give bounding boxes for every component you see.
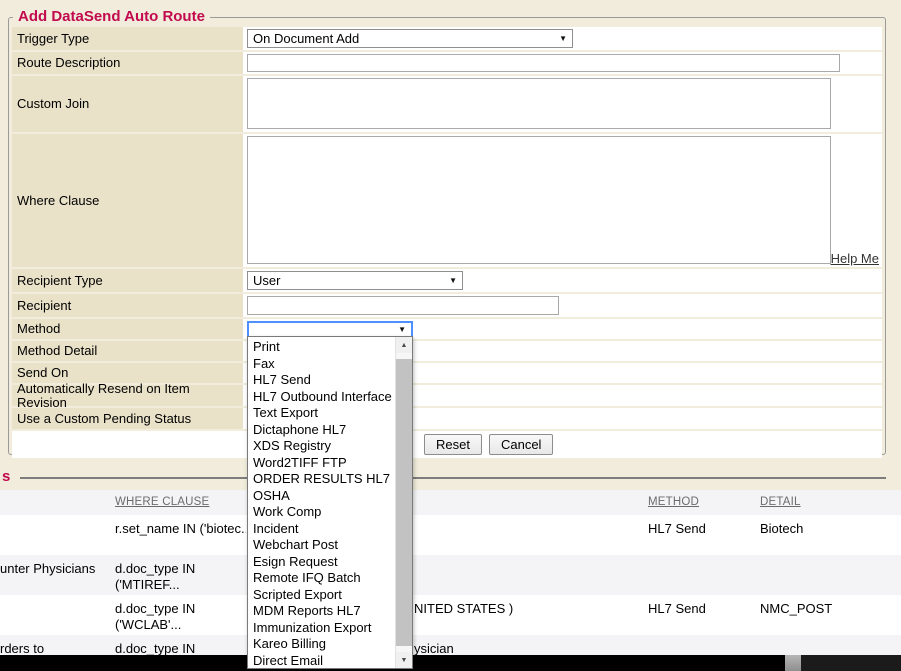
table-row: d.doc_type IN ('WCLAB'... NITED STATES )… <box>0 595 901 635</box>
scrollbar-thumb[interactable] <box>396 359 412 646</box>
dropdown-option[interactable]: Incident <box>248 521 395 538</box>
scroll-up-icon[interactable]: ▲ <box>396 337 412 353</box>
routes-table-header: WHERE CLAUSE METHOD DETAIL <box>0 490 901 515</box>
dropdown-option[interactable]: XDS Registry <box>248 438 395 455</box>
dropdown-option[interactable]: HL7 Outbound Interface <box>248 389 395 406</box>
route-description-label: Route Description <box>12 52 243 74</box>
dropdown-option[interactable]: Kareo Billing <box>248 636 395 653</box>
where-line: ('MTIREF... <box>115 577 246 593</box>
where-line: d.doc_type IN <box>115 601 246 617</box>
route-where-cell: r.set_name IN ('biotec.. <box>115 521 246 537</box>
trigger-type-selected-value: On Document Add <box>253 31 359 46</box>
trigger-type-label: Trigger Type <box>12 27 243 50</box>
dropdown-option[interactable]: OSHA <box>248 488 395 505</box>
dropdown-option[interactable]: Text Export <box>248 405 395 422</box>
row-route-description: Route Description <box>12 52 882 74</box>
status-bar-right-segment <box>801 655 901 671</box>
add-route-fieldset: Add DataSend Auto Route Trigger Type On … <box>8 17 886 455</box>
row-custom-pending: Use a Custom Pending Status <box>12 408 882 429</box>
dropdown-option[interactable]: Scripted Export <box>248 587 395 604</box>
route-detail-cell: Biotech <box>760 521 803 537</box>
route-description-input[interactable] <box>247 54 840 72</box>
dropdown-option[interactable]: HL7 Send <box>248 372 395 389</box>
row-send-on: Send On <box>12 363 882 383</box>
routes-fieldset-legend: s <box>2 468 10 485</box>
custom-join-textarea[interactable] <box>247 78 831 129</box>
scrollbar-handle[interactable] <box>785 655 801 671</box>
method-detail-label: Method Detail <box>12 341 243 361</box>
recipient-type-select[interactable]: User ▼ <box>247 271 463 290</box>
page: Add DataSend Auto Route Trigger Type On … <box>0 0 901 671</box>
routes-fieldset-border <box>20 477 886 479</box>
row-trigger-type: Trigger Type On Document Add ▼ <box>12 27 882 50</box>
dropdown-scrollbar[interactable]: ▲ ▼ <box>395 337 412 668</box>
header-method[interactable]: METHOD <box>648 496 699 508</box>
custom-pending-label: Use a Custom Pending Status <box>12 408 243 429</box>
dropdown-option[interactable]: Word2TIFF FTP <box>248 455 395 472</box>
route-description-cell: unter Physicians <box>0 561 110 577</box>
form-button-row: Reset Cancel <box>12 431 882 458</box>
dropdown-option[interactable]: ORDER RESULTS HL7 <box>248 471 395 488</box>
where-line: d.doc_type IN <box>115 561 246 577</box>
dropdown-option[interactable]: Fax <box>248 356 395 373</box>
dropdown-option[interactable]: Print <box>248 339 395 356</box>
recipient-type-label: Recipient Type <box>12 269 243 292</box>
recipient-input[interactable] <box>247 296 559 315</box>
dropdown-option[interactable]: Remote IFQ Batch <box>248 570 395 587</box>
chevron-down-icon: ▼ <box>559 35 567 43</box>
dropdown-option[interactable]: Direct Email <box>248 653 395 669</box>
cancel-button[interactable]: Cancel <box>489 434 553 455</box>
table-row: r.set_name IN ('biotec.. HL7 Send Biotec… <box>0 515 901 555</box>
help-me-link[interactable]: Help Me <box>831 251 879 266</box>
chevron-down-icon: ▼ <box>449 277 457 285</box>
scroll-down-icon[interactable]: ▼ <box>396 652 412 668</box>
row-recipient: Recipient <box>12 294 882 317</box>
dropdown-option[interactable]: Webchart Post <box>248 537 395 554</box>
dropdown-option[interactable]: Dictaphone HL7 <box>248 422 395 439</box>
table-row: unter Physicians d.doc_type IN ('MTIREF.… <box>0 555 901 595</box>
row-where-clause: Where Clause Help Me <box>12 134 882 267</box>
route-where-cell: d.doc_type IN ('MTIREF... <box>115 561 246 593</box>
chevron-down-icon: ▼ <box>398 326 406 334</box>
method-dropdown-list: Print Fax HL7 Send HL7 Outbound Interfac… <box>247 336 413 669</box>
where-line: r.set_name IN ('biotec.. <box>115 521 246 537</box>
route-detail-cell: NMC_POST <box>760 601 832 617</box>
dropdown-option[interactable]: Immunization Export <box>248 620 395 637</box>
where-clause-textarea[interactable] <box>247 136 831 264</box>
where-clause-label: Where Clause <box>12 134 243 267</box>
row-custom-join: Custom Join <box>12 76 882 132</box>
dropdown-option[interactable]: Esign Request <box>248 554 395 571</box>
row-method-detail: Method Detail <box>12 341 882 361</box>
header-detail[interactable]: DETAIL <box>760 496 801 508</box>
recipient-label: Recipient <box>12 294 243 317</box>
fieldset-legend: Add DataSend Auto Route <box>13 8 210 25</box>
routes-table: WHERE CLAUSE METHOD DETAIL r.set_name IN… <box>0 490 901 669</box>
route-extra-cell: NITED STATES ) <box>414 601 513 617</box>
route-where-cell: d.doc_type IN ('WCLAB'... <box>115 601 246 633</box>
custom-join-label: Custom Join <box>12 76 243 132</box>
row-recipient-type: Recipient Type User ▼ <box>12 269 882 292</box>
auto-resend-label: Automatically Resend on Item Revision <box>12 385 243 406</box>
where-line: ('WCLAB'... <box>115 617 246 633</box>
recipient-type-selected-value: User <box>253 273 280 288</box>
route-method-cell: HL7 Send <box>648 521 706 537</box>
dropdown-option[interactable]: MDM Reports HL7 <box>248 603 395 620</box>
row-method: Method ▼ <box>12 319 882 339</box>
method-label: Method <box>12 319 243 339</box>
status-bar <box>0 655 901 671</box>
trigger-type-select[interactable]: On Document Add ▼ <box>247 29 573 48</box>
reset-button[interactable]: Reset <box>424 434 482 455</box>
route-method-cell: HL7 Send <box>648 601 706 617</box>
method-dropdown-options: Print Fax HL7 Send HL7 Outbound Interfac… <box>248 337 395 668</box>
row-auto-resend: Automatically Resend on Item Revision <box>12 385 882 406</box>
dropdown-option[interactable]: Work Comp <box>248 504 395 521</box>
header-where-clause[interactable]: WHERE CLAUSE <box>115 496 246 508</box>
send-on-label: Send On <box>12 363 243 383</box>
